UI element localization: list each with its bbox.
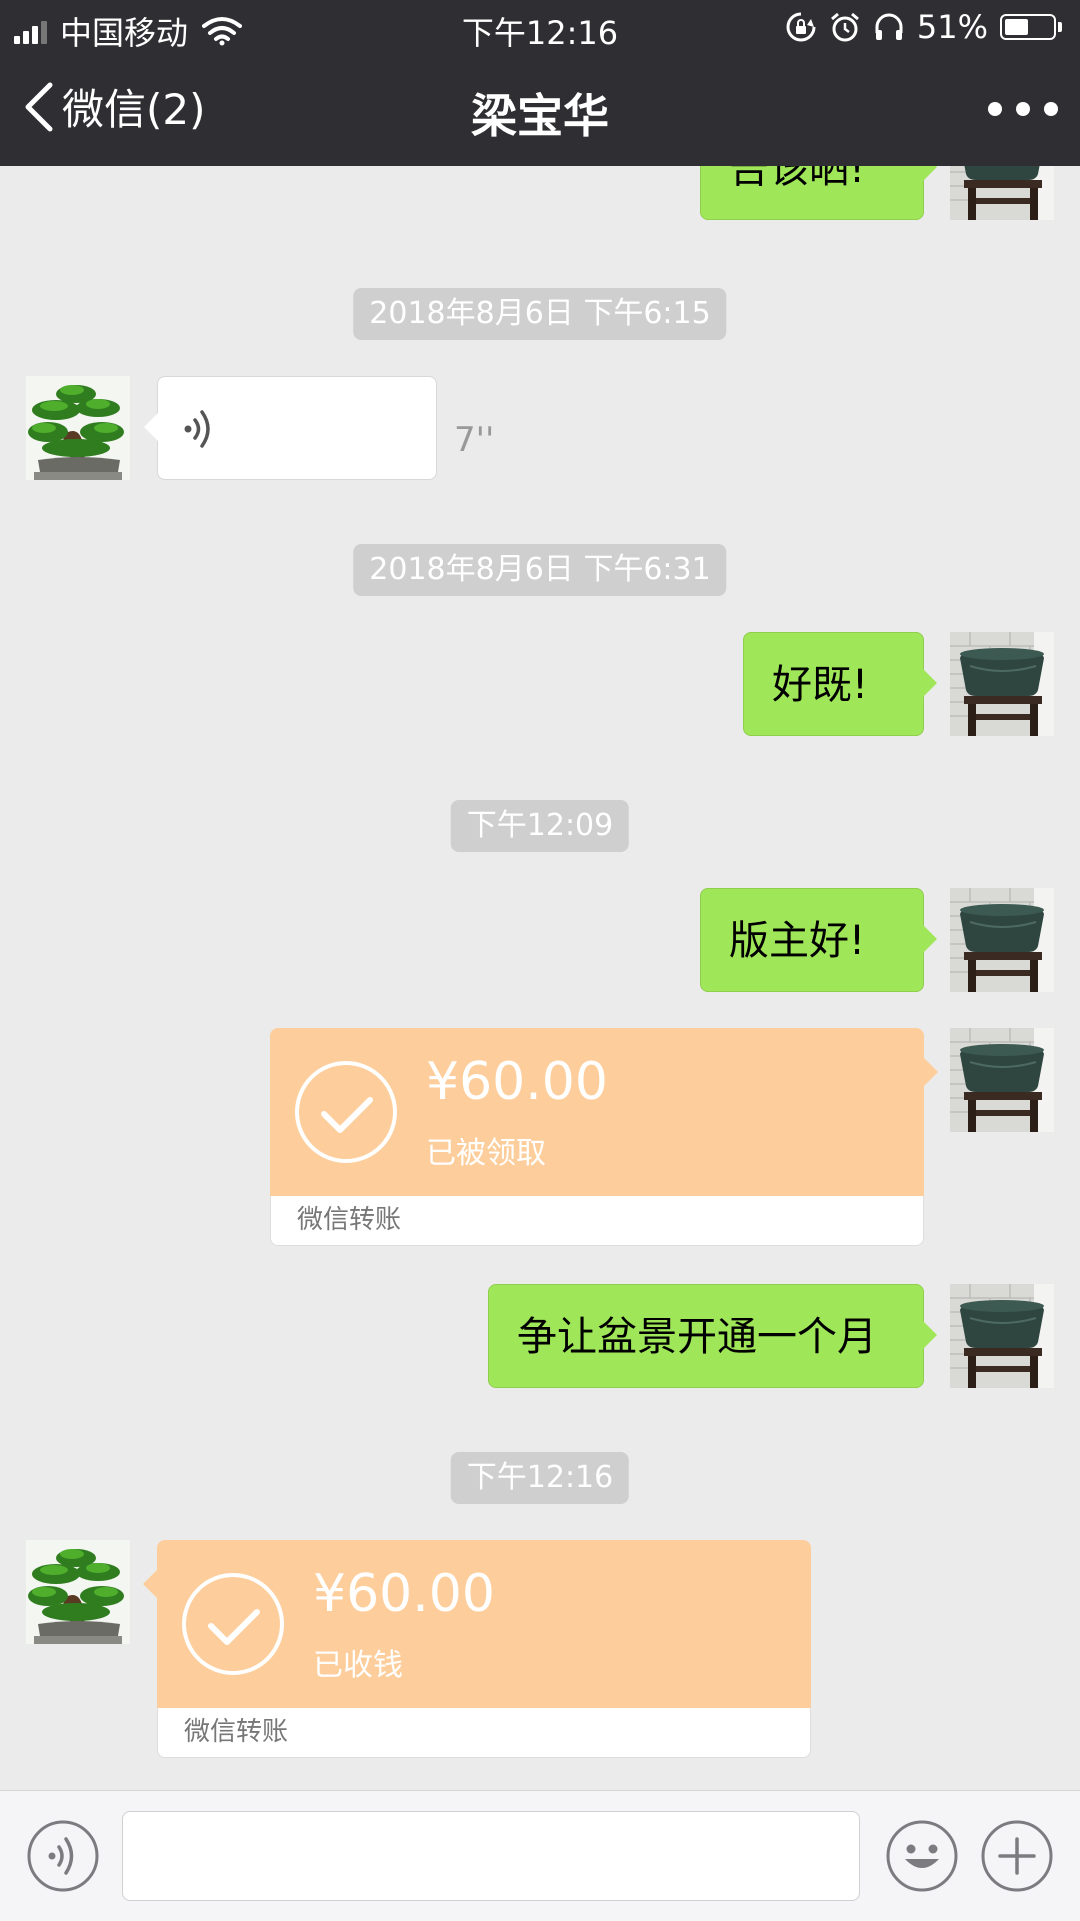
voice-icon (184, 410, 210, 448)
rotation-lock-icon (786, 12, 816, 42)
plus-icon (981, 1820, 1053, 1892)
input-bar (0, 1790, 1080, 1921)
status-bar: 中国移动 下午12:16 51% (0, 0, 1080, 54)
message-text: 告该晒! (729, 166, 866, 192)
top-bar: 中国移动 下午12:16 51% 微信(2) 梁宝华 (0, 0, 1080, 166)
message-input[interactable] (122, 1811, 860, 1901)
message-bubble[interactable]: 好既! (743, 632, 937, 736)
transfer-card[interactable]: ¥60.00 已被领取 微信转账 (270, 1028, 938, 1246)
transfer-status: 已收钱 (313, 1648, 403, 1683)
chat-area[interactable]: 告该晒! 2018年8月6日 下午6:15 7'' 2018年8月6日 下午6:… (0, 166, 1080, 1790)
check-circle-icon (294, 1060, 398, 1164)
contact-avatar[interactable] (26, 1540, 130, 1644)
nav-bar: 微信(2) 梁宝华 (0, 54, 1080, 166)
transfer-status: 已被领取 (426, 1136, 546, 1171)
more-button[interactable] (988, 86, 1058, 132)
my-avatar[interactable] (950, 888, 1054, 992)
my-avatar[interactable] (950, 1284, 1054, 1388)
timestamp: 2018年8月6日 下午6:15 (353, 288, 727, 340)
message-bubble-partial[interactable]: 告该晒! (700, 166, 937, 220)
voice-duration: 7'' (454, 420, 495, 460)
alarm-icon (830, 12, 859, 42)
my-avatar[interactable] (950, 632, 1054, 736)
my-avatar[interactable] (950, 166, 1054, 220)
voice-icon (27, 1820, 99, 1892)
headphones-icon (875, 13, 903, 40)
transfer-footer: 微信转账 (270, 1196, 924, 1246)
back-label: 微信(2) (62, 85, 206, 134)
battery-icon (1000, 14, 1062, 40)
voice-message-bubble[interactable] (144, 376, 437, 480)
message-text: 好既! (772, 662, 869, 708)
check-circle-icon (181, 1572, 285, 1676)
message-bubble[interactable]: 版主好! (700, 888, 937, 992)
transfer-amount: ¥60.00 (313, 1564, 495, 1624)
transfer-amount: ¥60.00 (426, 1052, 608, 1112)
emoji-icon (886, 1820, 958, 1892)
timestamp: 下午12:16 (450, 1452, 630, 1504)
emoji-button[interactable] (885, 1819, 959, 1893)
message-text: 争让盆景开通一个月 (517, 1314, 877, 1360)
status-right: 51% (785, 8, 1062, 46)
transfer-footer: 微信转账 (157, 1708, 811, 1758)
add-button[interactable] (980, 1819, 1054, 1893)
transfer-card[interactable]: ¥60.00 已收钱 微信转账 (143, 1540, 811, 1758)
battery-percent: 51% (916, 8, 988, 46)
contact-avatar[interactable] (26, 376, 130, 480)
more-icon (988, 102, 1002, 116)
timestamp: 2018年8月6日 下午6:31 (353, 544, 727, 596)
message-bubble[interactable]: 争让盆景开通一个月 (488, 1284, 937, 1388)
message-text: 版主好! (729, 918, 866, 964)
voice-input-button[interactable] (26, 1819, 100, 1893)
back-button[interactable]: 微信(2) (22, 76, 206, 137)
timestamp: 下午12:09 (450, 800, 630, 852)
chevron-left-icon (25, 82, 53, 131)
my-avatar[interactable] (950, 1028, 1054, 1132)
